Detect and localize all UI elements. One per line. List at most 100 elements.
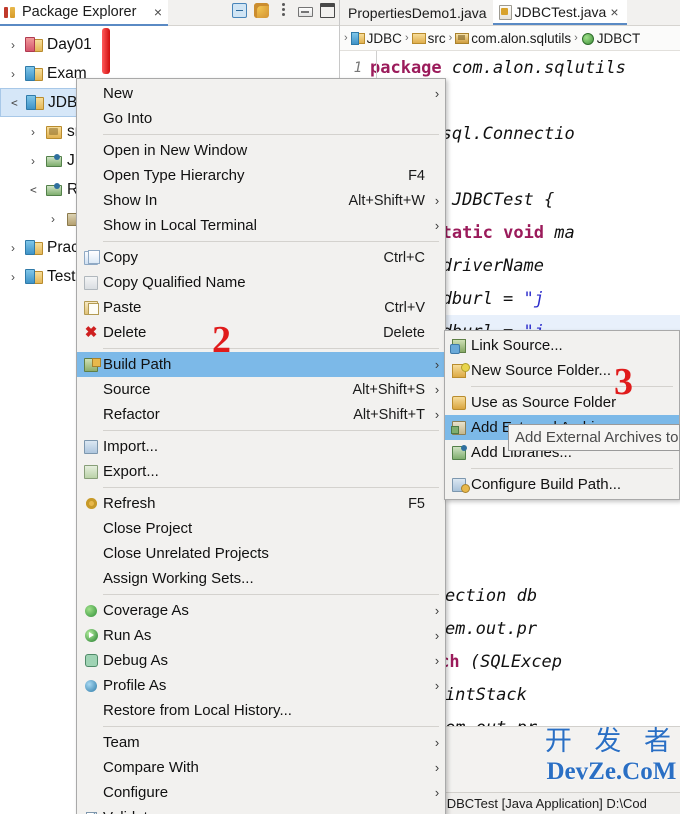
chevron-right-icon[interactable]: › — [6, 241, 20, 255]
menu-item-label: Refresh — [103, 495, 156, 512]
external-archives-icon — [447, 419, 471, 437]
project-icon — [350, 32, 365, 45]
chevron-right-icon[interactable]: › — [46, 212, 60, 226]
editor-tab-properties-demo[interactable]: PropertiesDemo1.java — [342, 0, 493, 25]
chevron-right-icon: › — [434, 735, 440, 750]
breadcrumb-item-class[interactable]: JDBCT — [597, 31, 641, 46]
code-text: package com.alon.sqlutils — [370, 57, 626, 78]
menu-separator — [103, 594, 439, 595]
copy-icon — [79, 249, 103, 267]
menu-item[interactable]: Assign Working Sets... — [77, 566, 445, 591]
explorer-view-toolbar — [232, 3, 335, 18]
menu-item[interactable]: Link Source... — [445, 333, 679, 358]
menu-item-shortcut: Alt+Shift+T — [353, 406, 425, 423]
menu-item[interactable]: Close Unrelated Projects — [77, 541, 445, 566]
export-icon — [84, 464, 98, 479]
package-explorer-tab[interactable]: Package Explorer × — [0, 0, 168, 26]
build-path-submenu: Link Source... New Source Folder... Use as… — [444, 330, 680, 500]
menu-item-icon-slot — [79, 520, 103, 538]
chevron-right-icon[interactable]: › — [26, 154, 40, 168]
menu-item[interactable]: Copy Qualified Name — [77, 270, 445, 295]
export-icon — [79, 463, 103, 481]
menu-item-label: Configure — [103, 784, 169, 801]
menu-item[interactable]: Show In Alt+Shift+W › — [77, 188, 445, 213]
menu-item[interactable]: Configure Build Path... — [445, 472, 679, 497]
chevron-right-icon: › — [434, 760, 440, 775]
menu-item[interactable]: Build Path › — [77, 352, 445, 377]
context-menu: New › Go Into Open in New Window Open Type H… — [76, 78, 446, 814]
chevron-down-icon[interactable]: ˅ — [7, 96, 21, 110]
tooltip: Add External Archives to — [508, 424, 680, 451]
menu-item[interactable]: Export... — [77, 459, 445, 484]
collapse-all-icon[interactable] — [232, 3, 247, 18]
menu-item-label: New — [103, 85, 134, 102]
menu-item-label: Validate — [103, 809, 425, 814]
menu-item[interactable]: Open Type Hierarchy F4 — [77, 163, 445, 188]
menu-item[interactable]: Team › — [77, 730, 445, 755]
chevron-right-icon[interactable]: › — [6, 270, 20, 284]
minimize-icon[interactable] — [298, 7, 313, 17]
menu-item-label: Open Type Hierarchy — [103, 167, 245, 184]
close-icon[interactable]: × — [154, 4, 164, 20]
menu-item[interactable]: Run As › — [77, 623, 445, 648]
breadcrumb-item-src[interactable]: src — [428, 31, 446, 46]
menu-item[interactable]: Coverage As › — [77, 598, 445, 623]
menu-item[interactable]: Copy Ctrl+C — [77, 245, 445, 270]
tree-item[interactable]: › Day01 — [0, 30, 339, 59]
menu-item[interactable]: Import... — [77, 434, 445, 459]
coverage-icon — [79, 602, 103, 620]
breadcrumb-item-project[interactable]: JDBC — [367, 31, 402, 46]
link-source-icon — [450, 338, 466, 354]
view-menu-icon[interactable] — [276, 3, 291, 18]
breadcrumb-separator: › — [574, 32, 578, 44]
menu-item[interactable]: Refactor Alt+Shift+T › — [77, 402, 445, 427]
menu-separator — [103, 134, 439, 135]
menu-item-icon-slot — [79, 545, 103, 563]
java-project-icon — [26, 95, 44, 110]
menu-item[interactable]: Profile As › — [77, 673, 445, 698]
menu-item-label: Debug As — [103, 652, 169, 669]
chevron-right-icon[interactable]: › — [26, 125, 40, 139]
editor-tab-jdbctest[interactable]: JDBCTest.java × — [492, 0, 627, 25]
maximize-icon[interactable] — [320, 3, 335, 18]
menu-item-icon-slot — [79, 406, 103, 424]
menu-item[interactable]: Validate — [77, 805, 445, 814]
menu-item[interactable]: ✖ Delete Delete — [77, 320, 445, 345]
source-folder-icon — [411, 32, 426, 44]
menu-item[interactable]: Compare With › — [77, 755, 445, 780]
java-project-icon — [25, 66, 43, 81]
menu-item[interactable]: Show in Local Terminal › — [77, 213, 445, 238]
build-path-icon — [84, 357, 101, 372]
chevron-right-icon: › — [434, 382, 440, 397]
menu-item[interactable]: Paste Ctrl+V — [77, 295, 445, 320]
menu-item-label: Build Path — [103, 356, 172, 373]
menu-item[interactable]: New Source Folder... — [445, 358, 679, 383]
menu-item-label: Configure Build Path... — [471, 476, 622, 493]
menu-item[interactable]: Restore from Local History... — [77, 698, 445, 723]
menu-item[interactable]: New › — [77, 81, 445, 106]
breadcrumb-separator: › — [448, 32, 453, 44]
menu-item-label: Coverage As — [103, 602, 189, 619]
close-icon[interactable]: × — [610, 4, 620, 20]
menu-item[interactable]: Open in New Window — [77, 138, 445, 163]
link-with-editor-icon[interactable] — [254, 3, 269, 18]
copy-qualified-icon — [84, 275, 98, 290]
menu-item-icon-slot — [79, 702, 103, 720]
breadcrumb-item-package[interactable]: com.alon.sqlutils — [471, 31, 571, 46]
chevron-right-icon: › — [434, 653, 440, 668]
menu-item[interactable]: Close Project — [77, 516, 445, 541]
menu-item-shortcut: Ctrl+C — [383, 249, 426, 266]
menu-item[interactable]: Use as Source Folder — [445, 390, 679, 415]
java-file-icon — [498, 5, 512, 20]
chevron-down-icon[interactable]: ˅ — [26, 183, 40, 197]
menu-item[interactable]: Source Alt+Shift+S › — [77, 377, 445, 402]
menu-item[interactable]: Debug As › — [77, 648, 445, 673]
chevron-right-icon[interactable]: › — [6, 67, 20, 81]
build-path-icon — [79, 356, 103, 374]
menu-item[interactable]: Refresh F5 — [77, 491, 445, 516]
menu-item-label: Delete — [103, 324, 147, 341]
menu-item[interactable]: Configure › — [77, 780, 445, 805]
menu-item[interactable]: Go Into — [77, 106, 445, 131]
chevron-right-icon[interactable]: › — [6, 38, 20, 52]
external-archives-icon — [451, 420, 466, 435]
